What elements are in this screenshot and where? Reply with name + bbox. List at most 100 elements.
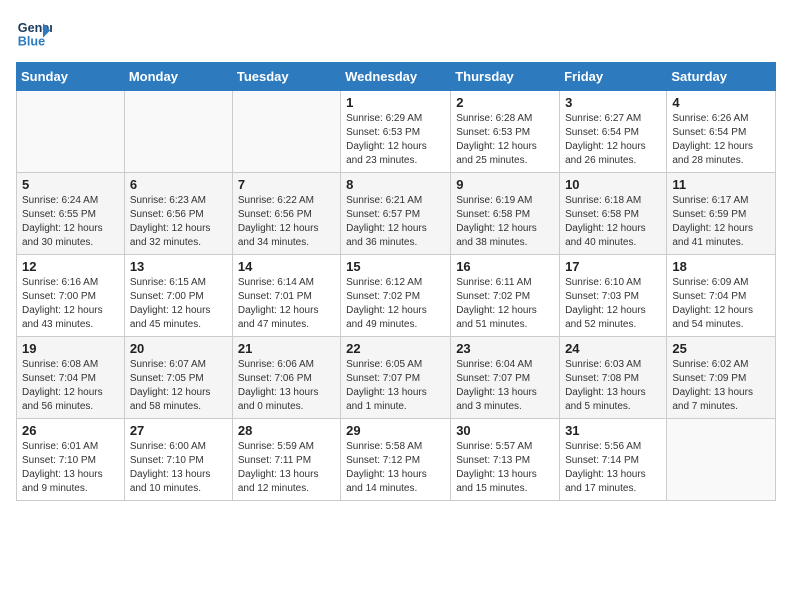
page-header: General Blue [16, 16, 776, 52]
day-number: 18 [672, 259, 770, 274]
calendar-day-cell: 15 Sunrise: 6:12 AM Sunset: 7:02 PM Dayli… [341, 255, 451, 337]
day-number: 6 [130, 177, 227, 192]
day-number: 1 [346, 95, 445, 110]
day-number: 17 [565, 259, 661, 274]
day-number: 19 [22, 341, 119, 356]
day-info: Sunrise: 6:23 AM Sunset: 6:56 PM Dayligh… [130, 194, 227, 250]
day-info: Sunrise: 6:22 AM Sunset: 6:56 PM Dayligh… [238, 194, 335, 250]
day-info: Sunrise: 6:04 AM Sunset: 7:07 PM Dayligh… [456, 358, 554, 414]
calendar-day-cell: 1 Sunrise: 6:29 AM Sunset: 6:53 PM Daylig… [341, 91, 451, 173]
calendar-day-cell: 24Sunrise: 6:03 AM Sunset: 7:08 PM Dayli… [560, 337, 667, 419]
day-number: 7 [238, 177, 335, 192]
logo-icon: General Blue [16, 16, 52, 52]
day-number: 29 [346, 423, 445, 438]
day-number: 16 [456, 259, 554, 274]
day-number: 9 [456, 177, 554, 192]
day-number: 20 [130, 341, 227, 356]
calendar-day-cell: 23 Sunrise: 6:04 AM Sunset: 7:07 PM Dayli… [451, 337, 560, 419]
svg-text:Blue: Blue [18, 35, 45, 49]
day-info: Sunrise: 6:02 AM Sunset: 7:09 PM Dayligh… [672, 358, 770, 414]
logo: General Blue [16, 16, 52, 52]
day-info: Sunrise: 6:01 AM Sunset: 7:10 PM Dayligh… [22, 440, 119, 496]
empty-day-cell [667, 419, 776, 501]
calendar-day-cell: 2 Sunrise: 6:28 AM Sunset: 6:53 PM Daylig… [451, 91, 560, 173]
calendar-day-cell: 21 Sunrise: 6:06 AM Sunset: 7:06 PM Dayli… [232, 337, 340, 419]
day-info: Sunrise: 6:16 AM Sunset: 7:00 PM Dayligh… [22, 276, 119, 332]
day-number: 27 [130, 423, 227, 438]
day-info: Sunrise: 6:07 AM Sunset: 7:05 PM Dayligh… [130, 358, 227, 414]
calendar-week-row: 1 Sunrise: 6:29 AM Sunset: 6:53 PM Daylig… [17, 91, 776, 173]
day-number: 10 [565, 177, 661, 192]
day-number: 22 [346, 341, 445, 356]
weekday-header-friday: Friday [560, 63, 667, 91]
calendar-day-cell: 29 Sunrise: 5:58 AM Sunset: 7:12 PM Dayli… [341, 419, 451, 501]
day-info: Sunrise: 6:29 AM Sunset: 6:53 PM Dayligh… [346, 112, 445, 168]
calendar-week-row: 26 Sunrise: 6:01 AM Sunset: 7:10 PM Dayli… [17, 419, 776, 501]
calendar-week-row: 19 Sunrise: 6:08 AM Sunset: 7:04 PM Dayli… [17, 337, 776, 419]
calendar-day-cell: 31Sunrise: 5:56 AM Sunset: 7:14 PM Dayli… [560, 419, 667, 501]
empty-day-cell [124, 91, 232, 173]
day-info: Sunrise: 6:11 AM Sunset: 7:02 PM Dayligh… [456, 276, 554, 332]
day-number: 24 [565, 341, 661, 356]
day-number: 28 [238, 423, 335, 438]
calendar-day-cell: 17 Sunrise: 6:10 AM Sunset: 7:03 PM Dayli… [560, 255, 667, 337]
day-info: Sunrise: 6:10 AM Sunset: 7:03 PM Dayligh… [565, 276, 661, 332]
calendar-day-cell: 13 Sunrise: 6:15 AM Sunset: 7:00 PM Dayli… [124, 255, 232, 337]
day-info: Sunrise: 6:28 AM Sunset: 6:53 PM Dayligh… [456, 112, 554, 168]
calendar-week-row: 12 Sunrise: 6:16 AM Sunset: 7:00 PM Dayli… [17, 255, 776, 337]
calendar-day-cell: 26 Sunrise: 6:01 AM Sunset: 7:10 PM Dayli… [17, 419, 125, 501]
day-info: Sunrise: 6:15 AM Sunset: 7:00 PM Dayligh… [130, 276, 227, 332]
calendar-day-cell: 30 Sunrise: 5:57 AM Sunset: 7:13 PM Dayli… [451, 419, 560, 501]
day-info: Sunrise: 6:12 AM Sunset: 7:02 PM Dayligh… [346, 276, 445, 332]
day-info: Sunrise: 6:06 AM Sunset: 7:06 PM Dayligh… [238, 358, 335, 414]
day-number: 26 [22, 423, 119, 438]
day-info: Sunrise: 6:21 AM Sunset: 6:57 PM Dayligh… [346, 194, 445, 250]
weekday-header-tuesday: Tuesday [232, 63, 340, 91]
calendar-day-cell: 22Sunrise: 6:05 AM Sunset: 7:07 PM Dayli… [341, 337, 451, 419]
day-info: Sunrise: 6:18 AM Sunset: 6:58 PM Dayligh… [565, 194, 661, 250]
day-info: Sunrise: 6:00 AM Sunset: 7:10 PM Dayligh… [130, 440, 227, 496]
day-number: 5 [22, 177, 119, 192]
day-number: 8 [346, 177, 445, 192]
day-number: 2 [456, 95, 554, 110]
day-number: 3 [565, 95, 661, 110]
calendar-day-cell: 6 Sunrise: 6:23 AM Sunset: 6:56 PM Daylig… [124, 173, 232, 255]
calendar-day-cell: 8 Sunrise: 6:21 AM Sunset: 6:57 PM Daylig… [341, 173, 451, 255]
calendar-day-cell: 18 Sunrise: 6:09 AM Sunset: 7:04 PM Dayli… [667, 255, 776, 337]
calendar-day-cell: 7 Sunrise: 6:22 AM Sunset: 6:56 PM Daylig… [232, 173, 340, 255]
weekday-header-saturday: Saturday [667, 63, 776, 91]
day-number: 12 [22, 259, 119, 274]
day-number: 21 [238, 341, 335, 356]
empty-day-cell [232, 91, 340, 173]
calendar-day-cell: 25Sunrise: 6:02 AM Sunset: 7:09 PM Dayli… [667, 337, 776, 419]
day-info: Sunrise: 6:27 AM Sunset: 6:54 PM Dayligh… [565, 112, 661, 168]
calendar-day-cell: 14Sunrise: 6:14 AM Sunset: 7:01 PM Dayli… [232, 255, 340, 337]
day-number: 4 [672, 95, 770, 110]
calendar-table: SundayMondayTuesdayWednesdayThursdayFrid… [16, 62, 776, 501]
calendar-day-cell: 11Sunrise: 6:17 AM Sunset: 6:59 PM Dayli… [667, 173, 776, 255]
calendar-day-cell: 4 Sunrise: 6:26 AM Sunset: 6:54 PM Daylig… [667, 91, 776, 173]
day-info: Sunrise: 6:19 AM Sunset: 6:58 PM Dayligh… [456, 194, 554, 250]
day-number: 15 [346, 259, 445, 274]
day-number: 13 [130, 259, 227, 274]
day-info: Sunrise: 5:59 AM Sunset: 7:11 PM Dayligh… [238, 440, 335, 496]
day-number: 23 [456, 341, 554, 356]
calendar-day-cell: 28 Sunrise: 5:59 AM Sunset: 7:11 PM Dayli… [232, 419, 340, 501]
day-info: Sunrise: 6:26 AM Sunset: 6:54 PM Dayligh… [672, 112, 770, 168]
calendar-day-cell: 9 Sunrise: 6:19 AM Sunset: 6:58 PM Daylig… [451, 173, 560, 255]
day-number: 11 [672, 177, 770, 192]
calendar-day-cell: 27 Sunrise: 6:00 AM Sunset: 7:10 PM Dayli… [124, 419, 232, 501]
day-info: Sunrise: 5:58 AM Sunset: 7:12 PM Dayligh… [346, 440, 445, 496]
day-info: Sunrise: 6:08 AM Sunset: 7:04 PM Dayligh… [22, 358, 119, 414]
calendar-day-cell: 3 Sunrise: 6:27 AM Sunset: 6:54 PM Daylig… [560, 91, 667, 173]
day-number: 31 [565, 423, 661, 438]
calendar-day-cell: 19 Sunrise: 6:08 AM Sunset: 7:04 PM Dayli… [17, 337, 125, 419]
day-info: Sunrise: 5:57 AM Sunset: 7:13 PM Dayligh… [456, 440, 554, 496]
calendar-day-cell: 16 Sunrise: 6:11 AM Sunset: 7:02 PM Dayli… [451, 255, 560, 337]
day-info: Sunrise: 6:09 AM Sunset: 7:04 PM Dayligh… [672, 276, 770, 332]
weekday-header-thursday: Thursday [451, 63, 560, 91]
calendar-day-cell: 20 Sunrise: 6:07 AM Sunset: 7:05 PM Dayli… [124, 337, 232, 419]
weekday-header-sunday: Sunday [17, 63, 125, 91]
calendar-day-cell: 5Sunrise: 6:24 AM Sunset: 6:55 PM Daylig… [17, 173, 125, 255]
day-number: 30 [456, 423, 554, 438]
